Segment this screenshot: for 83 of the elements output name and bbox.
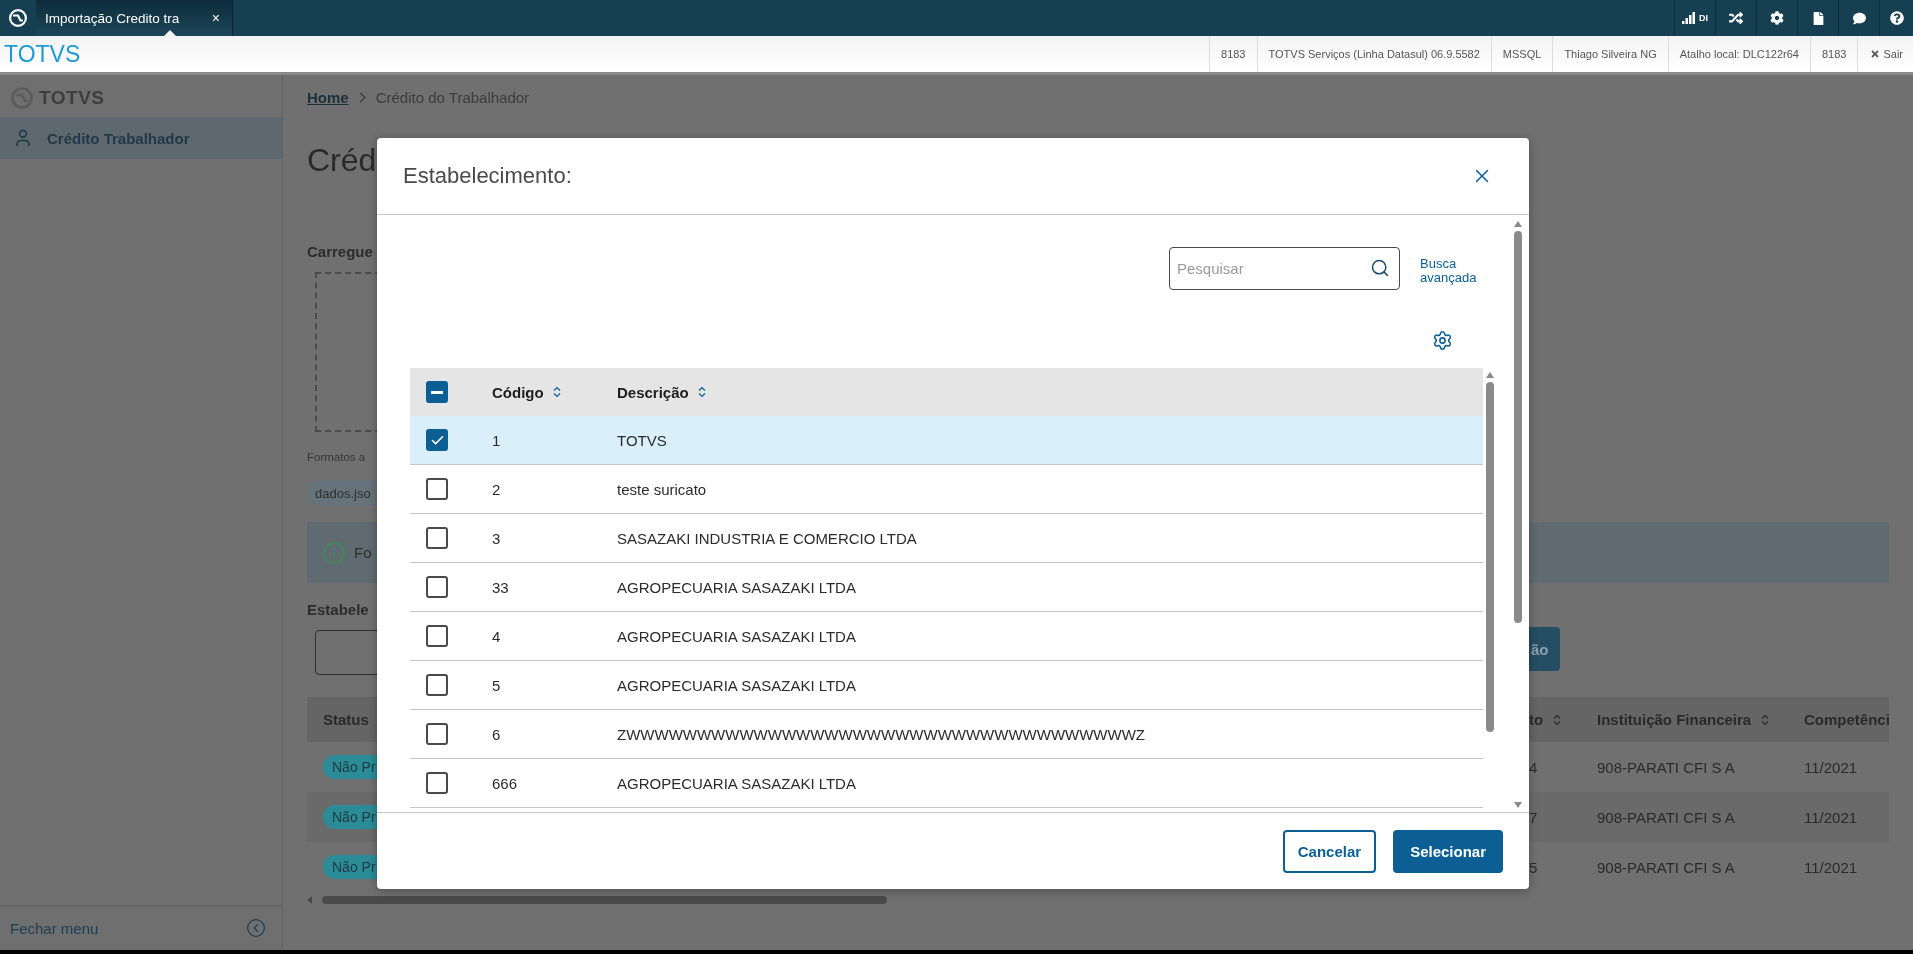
- session-info: MSSQL: [1490, 36, 1553, 72]
- formats-note: Formatos a: [307, 450, 367, 464]
- brand-name: TOTVS: [4, 40, 81, 68]
- session-info: 8183: [1809, 36, 1858, 72]
- field-label: Estabele: [307, 600, 370, 620]
- table-cell-text: 908-PARATI CFI S A: [1597, 858, 1736, 876]
- session-info: 8183: [1209, 36, 1257, 72]
- row-checkbox[interactable]: [426, 723, 448, 745]
- row-checkbox[interactable]: [426, 478, 448, 500]
- sort-icon: [552, 386, 561, 398]
- column-header[interactable]: Código: [492, 383, 617, 401]
- table-cell-text: 908-PARATI CFI S A: [1597, 808, 1736, 826]
- tab-label: Importação Credito tra: [45, 10, 180, 26]
- table-cell-text: AGROPECUARIA SASAZAKI LTDA: [617, 627, 857, 645]
- session-info: Atalho local: DLC122r64: [1667, 36, 1810, 72]
- table-cell-text: SASAZAKI INDUSTRIA E COMERCIO LTDA: [617, 529, 918, 547]
- table-cell-text: 7: [1529, 808, 1539, 826]
- settings-icon: [1432, 330, 1453, 351]
- table-cell-text: 11/2021: [1804, 808, 1859, 826]
- session-info: Thiago Silveira NG: [1552, 36, 1668, 72]
- table-cell-text: 4: [492, 627, 502, 645]
- table-cell-text: AGROPECUARIA SASAZAKI LTDA: [617, 676, 857, 694]
- row-checkbox[interactable]: [426, 527, 448, 549]
- settings-button[interactable]: [1432, 330, 1453, 351]
- table-cell-text: 1: [492, 431, 502, 449]
- page-title: Créd: [307, 141, 377, 180]
- row-checkbox[interactable]: [426, 576, 448, 598]
- row-checkbox[interactable]: [426, 429, 448, 451]
- shuffle-icon: [1729, 11, 1743, 25]
- table-cell-text: TOTVS: [617, 431, 668, 449]
- help-icon: [1889, 11, 1904, 25]
- table-cell-text: 666: [492, 774, 519, 792]
- table-cell-text: 5: [1529, 858, 1539, 876]
- scroll-up-icon[interactable]: [1514, 221, 1522, 227]
- signal-icon: [1682, 12, 1696, 24]
- logout-link[interactable]: Sair: [1857, 36, 1913, 72]
- search-icon: [1370, 258, 1390, 278]
- minus-icon: [431, 390, 443, 394]
- column-header[interactable]: Descrição: [617, 383, 1483, 401]
- table-cell-text: AGROPECUARIA SASAZAKI LTDA: [617, 578, 857, 596]
- settings-icon: [1770, 11, 1784, 25]
- scrollbar-thumb[interactable]: [1514, 231, 1522, 623]
- document-icon: [1811, 11, 1825, 25]
- cancel-button[interactable]: Cancelar: [1282, 829, 1377, 873]
- advanced-search-link[interactable]: Busca avançada: [1420, 257, 1482, 285]
- sort-icon: [1761, 713, 1770, 726]
- sort-icon: [697, 386, 706, 398]
- session-info: TOTVS Serviços (Linha Datasul) 06.9.5582: [1256, 36, 1491, 72]
- scrollbar-thumb[interactable]: [1486, 382, 1494, 732]
- logo-icon: [8, 8, 28, 28]
- chevron-icon: [358, 91, 366, 103]
- select-all-checkbox[interactable]: [426, 381, 448, 403]
- row-checkbox[interactable]: [426, 674, 448, 696]
- search-field[interactable]: Pesquisar: [1169, 247, 1400, 290]
- table-cell-text: 6: [492, 725, 502, 743]
- chat-icon: [1852, 11, 1866, 25]
- row-checkbox[interactable]: [426, 772, 448, 794]
- sort-icon: [1553, 713, 1562, 726]
- upload-label: Carregue: [307, 242, 374, 262]
- table-cell-text: 11/2021: [1804, 758, 1859, 776]
- tab-close[interactable]: ×: [211, 10, 220, 26]
- table-cell-text: 908-PARATI CFI S A: [1597, 758, 1736, 776]
- select-button[interactable]: Selecionar: [1393, 829, 1503, 873]
- close-icon: [1870, 49, 1881, 59]
- info-icon: [322, 540, 346, 565]
- scroll-down-icon[interactable]: [1514, 802, 1522, 808]
- scroll-up-icon[interactable]: [1486, 372, 1494, 378]
- table-cell-text: 3: [492, 529, 502, 547]
- table-row[interactable]: 1 TOTVS: [410, 416, 1483, 465]
- scrollbar-thumb[interactable]: [322, 895, 887, 904]
- info-text: Fo: [354, 544, 372, 561]
- table-cell-text: 5: [492, 676, 502, 694]
- table-cell-text: 2: [492, 480, 502, 498]
- table-cell-text: AGROPECUARIA SASAZAKI LTDA: [617, 774, 857, 792]
- app-tab[interactable]: Importação Credito tra ×: [36, 0, 233, 36]
- table-cell-text: 33: [492, 578, 510, 596]
- row-checkbox[interactable]: [426, 625, 448, 647]
- table-cell-text: 11/2021: [1804, 858, 1859, 876]
- user-icon: [13, 128, 33, 148]
- table-cell-text: ZWWWWWWWWWWWWWWWWWWWWWWWWWWWWWWWWWWWWZ: [617, 725, 1146, 743]
- table-cell-text: 4: [1529, 758, 1539, 776]
- table-cell-text: teste suricato: [617, 480, 708, 498]
- dialog-title: Estabelecimento:: [403, 163, 572, 189]
